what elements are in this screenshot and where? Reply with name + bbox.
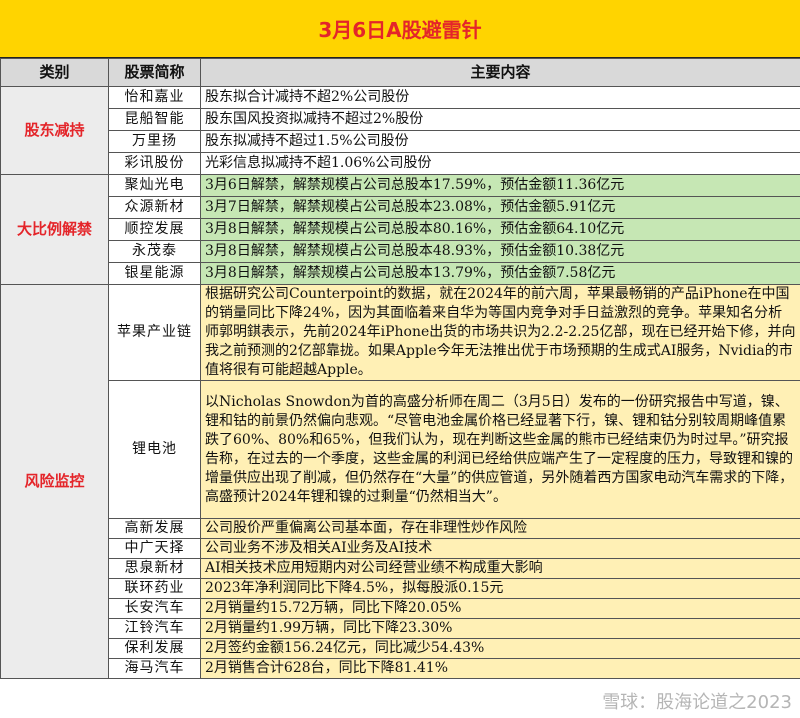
header-row: 类别 股票简称 主要内容 (0, 58, 800, 87)
watermark: 雪球：股海论道之2023 (602, 692, 792, 713)
table-row: 长安汽车 2月销量约15.72万辆，同比下降20.05% (1, 598, 800, 619)
table-row: 昆船智能 股东国风投资拟减持不超过2%股份 (1, 108, 800, 131)
stock-name: 锂电池 (108, 380, 201, 519)
table-row: 众源新材 3月7日解禁，解禁规模占公司总股本23.08%，预估金额5.91亿元 (1, 196, 800, 219)
content-cell: 公司业务不涉及相关AI业务及AI技术 (200, 538, 800, 559)
stock-name: 思泉新材 (108, 558, 201, 579)
category-cell: 风险监控 (0, 284, 109, 679)
header-content: 主要内容 (200, 58, 800, 87)
content-cell: 2月销量约1.99万辆，同比下降23.30% (200, 618, 800, 639)
table-row: 永茂泰 3月8日解禁，解禁规模占公司总股本48.93%，预估金额10.38亿元 (1, 240, 800, 263)
stock-name: 银星能源 (108, 262, 201, 285)
content-cell: 3月8日解禁，解禁规模占公司总股本48.93%，预估金额10.38亿元 (200, 240, 800, 263)
header-category: 类别 (0, 58, 109, 87)
stock-name: 万里扬 (108, 130, 201, 153)
content-cell: 2月签约金额156.24亿元，同比减少54.43% (200, 638, 800, 659)
stock-name: 聚灿光电 (108, 174, 201, 197)
risk-table: 类别 股票简称 主要内容 股东减持 怡和嘉业 股东拟合计减持不超2%公司股份 昆… (0, 58, 800, 679)
page-title: 3月6日A股避雷针 (0, 0, 800, 58)
table-row: 彩讯股份 光彩信息拟减持不超1.06%公司股份 (1, 152, 800, 175)
stock-name: 彩讯股份 (108, 152, 201, 175)
content-cell: 2月销售合计628台，同比下降81.41% (200, 658, 800, 679)
table-row: 顺控发展 3月8日解禁，解禁规模占公司总股本80.16%，预估金额64.10亿元 (1, 218, 800, 241)
category-cell: 大比例解禁 (0, 174, 109, 285)
table-row: 联环药业 2023年净利润同比下降4.5%，拟每股派0.15元 (1, 578, 800, 599)
stock-name: 苹果产业链 (108, 284, 201, 381)
content-cell: 3月8日解禁，解禁规模占公司总股本13.79%，预估金额7.58亿元 (200, 262, 800, 285)
content-cell: 光彩信息拟减持不超1.06%公司股份 (200, 152, 800, 175)
table-row: 股东减持 怡和嘉业 股东拟合计减持不超2%公司股份 (0, 86, 800, 175)
header-stock: 股票简称 (108, 58, 201, 87)
table-row: 风险监控 苹果产业链 根据研究公司Counterpoint的数据，就在2024年… (0, 284, 800, 679)
content-cell: 3月7日解禁，解禁规模占公司总股本23.08%，预估金额5.91亿元 (200, 196, 800, 219)
table-row: 思泉新材 AI相关技术应用短期内对公司经营业绩不构成重大影响 (1, 558, 800, 579)
content-cell: 股东拟合计减持不超2%公司股份 (200, 86, 800, 109)
table-row: 锂电池 以Nicholas Snowdon为首的高盛分析师在周二（3月5日）发布… (1, 380, 800, 519)
stock-name: 顺控发展 (108, 218, 201, 241)
table-row: 银星能源 3月8日解禁，解禁规模占公司总股本13.79%，预估金额7.58亿元 (1, 262, 800, 285)
content-cell: AI相关技术应用短期内对公司经营业绩不构成重大影响 (200, 558, 800, 579)
category-cell: 股东减持 (0, 86, 109, 175)
table-row: 中广天择 公司业务不涉及相关AI业务及AI技术 (1, 538, 800, 559)
stock-name: 保利发展 (108, 638, 201, 659)
content-cell: 公司股价严重偏离公司基本面，存在非理性炒作风险 (200, 518, 800, 539)
stock-name: 怡和嘉业 (108, 86, 201, 109)
stock-name: 联环药业 (108, 578, 201, 599)
stock-name: 众源新材 (108, 196, 201, 219)
stock-name: 高新发展 (108, 518, 201, 539)
stock-name: 江铃汽车 (108, 618, 201, 639)
table-row: 高新发展 公司股价严重偏离公司基本面，存在非理性炒作风险 (1, 518, 800, 539)
table-row: 保利发展 2月签约金额156.24亿元，同比减少54.43% (1, 638, 800, 659)
stock-name: 永茂泰 (108, 240, 201, 263)
content-cell: 根据研究公司Counterpoint的数据，就在2024年的前六周，苹果最畅销的… (200, 284, 800, 381)
table-row: 大比例解禁 聚灿光电 3月6日解禁，解禁规模占公司总股本17.59%，预估金额1… (0, 174, 800, 285)
content-cell: 股东拟减持不超过1.5%公司股份 (200, 130, 800, 153)
content-cell: 2月销量约15.72万辆，同比下降20.05% (200, 598, 800, 619)
content-cell: 2023年净利润同比下降4.5%，拟每股派0.15元 (200, 578, 800, 599)
stock-name: 昆船智能 (108, 108, 201, 131)
content-cell: 股东国风投资拟减持不超过2%股份 (200, 108, 800, 131)
content-cell: 3月8日解禁，解禁规模占公司总股本80.16%，预估金额64.10亿元 (200, 218, 800, 241)
table-row: 江铃汽车 2月销量约1.99万辆，同比下降23.30% (1, 618, 800, 639)
stock-name: 中广天择 (108, 538, 201, 559)
stock-name: 长安汽车 (108, 598, 201, 619)
stock-name: 海马汽车 (108, 658, 201, 679)
content-cell: 3月6日解禁，解禁规模占公司总股本17.59%，预估金额11.36亿元 (200, 174, 800, 197)
table-row: 万里扬 股东拟减持不超过1.5%公司股份 (1, 130, 800, 153)
table-row: 海马汽车 2月销售合计628台，同比下降81.41% (1, 658, 800, 679)
content-cell: 以Nicholas Snowdon为首的高盛分析师在周二（3月5日）发布的一份研… (200, 380, 800, 519)
